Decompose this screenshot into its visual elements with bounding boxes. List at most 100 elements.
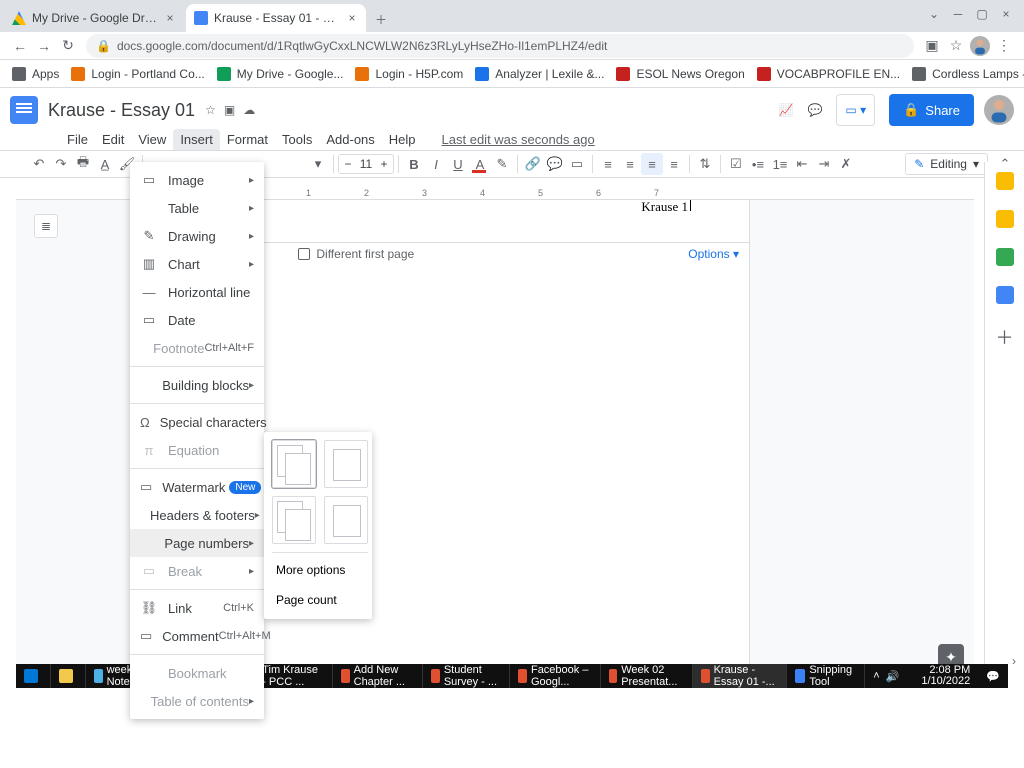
bookmark-item[interactable]: Login - Portland Co... (65, 67, 210, 81)
menu-item-comment[interactable]: ▭CommentCtrl+Alt+M (130, 622, 264, 650)
cloud-icon[interactable]: ☁ (243, 103, 255, 117)
align-center[interactable]: ≡ (619, 153, 641, 175)
back-button[interactable]: ← (8, 34, 32, 58)
pn-option-header-all[interactable] (272, 440, 316, 488)
tab-docs[interactable]: Krause - Essay 01 - Google Docs × (186, 4, 366, 32)
keep-icon[interactable] (996, 210, 1014, 228)
tasks-icon[interactable] (996, 248, 1014, 266)
minimize-icon[interactable]: ─ (946, 4, 970, 24)
menu-insert[interactable]: Insert (173, 129, 220, 150)
extension-icon[interactable]: ▣ (920, 34, 944, 58)
checklist-button[interactable]: ☑ (725, 153, 747, 175)
menu-view[interactable]: View (131, 129, 173, 150)
omnibox[interactable]: 🔒 docs.google.com/document/d/1RqtlwGyCxx… (86, 34, 914, 58)
menu-item-date[interactable]: ▭Date (130, 306, 264, 334)
menu-item-image[interactable]: ▭Image▸ (130, 166, 264, 194)
bookmark-item[interactable]: Cordless Lamps - Al... (906, 67, 1024, 81)
star-icon[interactable]: ☆ (205, 103, 216, 117)
taskbar-item[interactable]: Snipping Tool (787, 664, 865, 688)
taskbar-item[interactable]: Krause - Essay 01 -... (693, 664, 787, 688)
share-button[interactable]: 🔒Share (889, 94, 974, 126)
bold-button[interactable]: B (403, 153, 425, 175)
clear-formatting[interactable]: ✗ (835, 153, 857, 175)
menu-item-table[interactable]: Table▸ (130, 194, 264, 222)
increase-font[interactable]: + (375, 157, 393, 171)
redo-button[interactable]: ↷ (50, 153, 72, 175)
font-size-stepper[interactable]: − 11 + (338, 154, 394, 174)
line-spacing[interactable]: ⇅ (694, 153, 716, 175)
underline-button[interactable]: U (447, 153, 469, 175)
show-side-panel[interactable]: › (1012, 654, 1016, 668)
menu-item-headers-footers[interactable]: Headers & footers▸ (130, 501, 264, 529)
pn-more-options[interactable]: More options (272, 552, 368, 581)
move-icon[interactable]: ▣ (224, 103, 235, 117)
activity-icon[interactable]: 📈 (779, 103, 794, 117)
different-first-page-checkbox[interactable]: Different first page (298, 247, 414, 261)
last-edit-link[interactable]: Last edit was seconds ago (435, 129, 602, 150)
kebab-icon[interactable]: ⋮ (992, 34, 1016, 58)
profile-avatar[interactable] (968, 34, 992, 58)
reload-button[interactable]: ↻ (56, 34, 80, 58)
taskbar-clock[interactable]: 2:08 PM1/10/2022 (913, 665, 978, 687)
taskbar-item[interactable] (51, 664, 86, 688)
tab-drive[interactable]: My Drive - Google Drive × (4, 4, 184, 32)
menu-item-link[interactable]: ⛓LinkCtrl+K (130, 594, 264, 622)
menu-file[interactable]: File (60, 129, 95, 150)
account-avatar[interactable] (984, 95, 1014, 125)
text-color-button[interactable]: A (469, 153, 491, 175)
present-button[interactable]: ▭ ▾ (836, 94, 875, 126)
font-size-value[interactable]: 11 (357, 157, 375, 171)
menu-item-horizontal-line[interactable]: —Horizontal line (130, 278, 264, 306)
insert-image-button[interactable]: ▭ (566, 153, 588, 175)
menu-item-drawing[interactable]: ✎Drawing▸ (130, 222, 264, 250)
spellcheck-button[interactable]: A̲ (94, 153, 116, 175)
header-text[interactable]: Krause 1 (641, 200, 691, 215)
increase-indent[interactable]: ⇥ (813, 153, 835, 175)
pn-page-count[interactable]: Page count (272, 589, 368, 611)
styles-dropdown[interactable]: ▾ (307, 153, 329, 175)
document-title[interactable]: Krause - Essay 01 (48, 100, 195, 121)
pn-option-footer-all[interactable] (272, 496, 316, 544)
menu-format[interactable]: Format (220, 129, 275, 150)
menu-item-page-numbers[interactable]: Page numbers▸ (130, 529, 264, 557)
taskbar-item[interactable]: Facebook – Googl... (510, 664, 600, 688)
notifications-icon[interactable]: 💬 (978, 664, 1008, 688)
menu-item-watermark[interactable]: ▭WatermarkNew (130, 473, 264, 501)
bookmark-item[interactable]: ESOL News Oregon (610, 67, 750, 81)
mode-dropdown[interactable]: ✎Editing▾ (905, 153, 988, 175)
add-addon-icon[interactable]: ＋ (996, 324, 1014, 342)
menu-addons[interactable]: Add-ons (319, 129, 381, 150)
bulleted-list[interactable]: •≡ (747, 153, 769, 175)
pn-option-header-except-first[interactable] (324, 440, 368, 488)
contacts-icon[interactable] (996, 286, 1014, 304)
print-button[interactable]: 🖶 (72, 153, 94, 175)
bookmark-item[interactable]: Analyzer | Lexile &... (469, 67, 610, 81)
decrease-indent[interactable]: ⇤ (791, 153, 813, 175)
highlight-button[interactable]: ✎ (491, 153, 513, 175)
pn-option-footer-except-first[interactable] (324, 496, 368, 544)
apps-button[interactable]: Apps (6, 67, 65, 81)
forward-button[interactable]: → (32, 34, 56, 58)
menu-item-building-blocks[interactable]: Building blocks▸ (130, 371, 264, 399)
menu-item-special-characters[interactable]: ΩSpecial characters (130, 408, 264, 436)
align-justify[interactable]: ≡ (663, 153, 685, 175)
insert-comment-button[interactable]: 💬 (544, 153, 566, 175)
taskbar-item[interactable]: Week 02 Presentat... (601, 664, 693, 688)
decrease-font[interactable]: − (339, 157, 357, 171)
bookmark-item[interactable]: Login - H5P.com (349, 67, 469, 81)
taskbar-item[interactable] (16, 664, 51, 688)
system-tray[interactable]: ˄🔊 (865, 664, 913, 688)
bookmark-item[interactable]: VOCABPROFILE EN... (751, 67, 906, 81)
insert-link-button[interactable]: 🔗 (522, 153, 544, 175)
close-icon[interactable]: × (346, 12, 358, 24)
close-window-icon[interactable]: × (994, 4, 1018, 24)
star-icon[interactable]: ☆ (944, 34, 968, 58)
new-tab-button[interactable]: ＋ (368, 6, 394, 32)
bookmark-item[interactable]: My Drive - Google... (211, 67, 350, 81)
menu-item-chart[interactable]: ▥Chart▸ (130, 250, 264, 278)
menu-help[interactable]: Help (382, 129, 423, 150)
undo-button[interactable]: ↶ (28, 153, 50, 175)
close-icon[interactable]: × (164, 12, 176, 24)
docs-logo-icon[interactable] (10, 96, 38, 124)
comments-icon[interactable]: 💬 (807, 103, 822, 117)
